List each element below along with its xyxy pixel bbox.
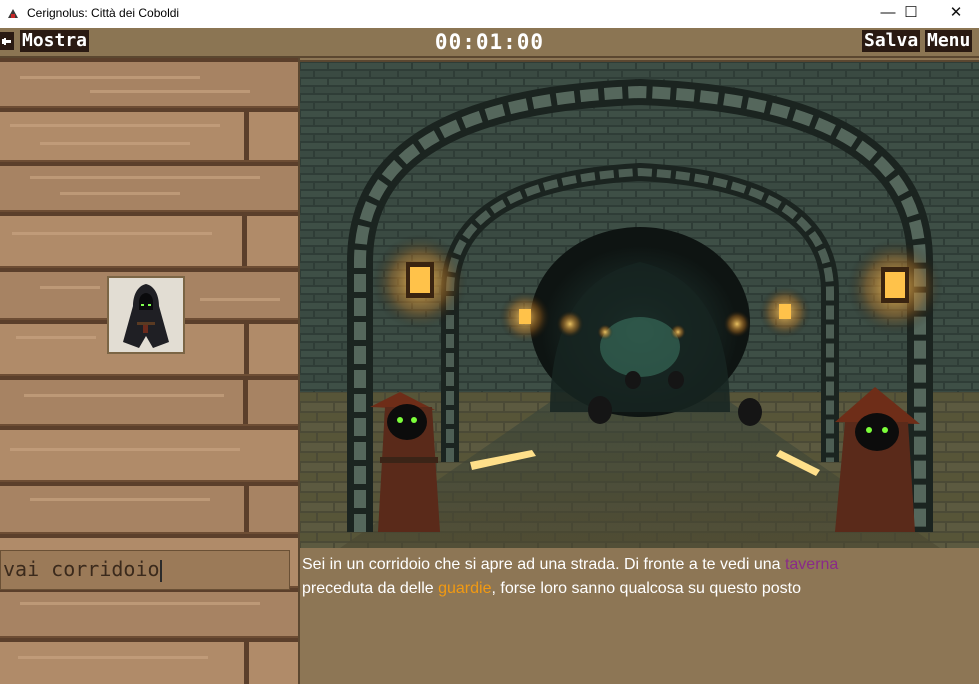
wood-plank bbox=[0, 426, 298, 483]
wood-plank bbox=[0, 212, 298, 269]
command-input[interactable]: vai corridoio bbox=[0, 550, 290, 590]
close-button[interactable]: ✕ bbox=[933, 0, 979, 28]
hooded-figure-icon bbox=[123, 284, 169, 348]
story-text-part1: Sei in un corridoio che si apre ad una s… bbox=[302, 556, 785, 573]
window-titlebar: Cerignolus: Città dei Coboldi — ☐ ✕ bbox=[0, 0, 979, 28]
wood-plank bbox=[0, 58, 298, 109]
keyword-taverna[interactable]: taverna bbox=[785, 556, 838, 573]
wood-plank bbox=[0, 162, 298, 213]
story-text-part3: , forse loro sanno qualcosa su questo po… bbox=[491, 580, 802, 597]
player-avatar[interactable] bbox=[107, 276, 185, 354]
text-caret bbox=[159, 559, 162, 582]
maximize-button[interactable]: ☐ bbox=[888, 0, 934, 28]
scene-image bbox=[300, 60, 979, 548]
app-icon bbox=[6, 6, 20, 20]
wood-plank bbox=[0, 482, 298, 535]
wood-plank bbox=[0, 108, 298, 163]
game-timer: 00:01:00 bbox=[434, 30, 545, 54]
window-title: Cerignolus: Città dei Coboldi bbox=[27, 6, 180, 20]
dungeon-corridor-image bbox=[300, 62, 979, 548]
wooden-side-panel: vai corridoio bbox=[0, 58, 298, 684]
keyword-guardie[interactable]: guardie bbox=[438, 580, 491, 597]
story-text: Sei in un corridoio che si apre ad una s… bbox=[302, 553, 962, 601]
command-input-value: vai corridoio bbox=[3, 557, 160, 581]
wood-plank bbox=[0, 376, 298, 427]
wood-plank bbox=[0, 638, 298, 684]
wood-plank bbox=[0, 588, 298, 639]
story-text-part2: preceduta da delle bbox=[302, 580, 439, 597]
